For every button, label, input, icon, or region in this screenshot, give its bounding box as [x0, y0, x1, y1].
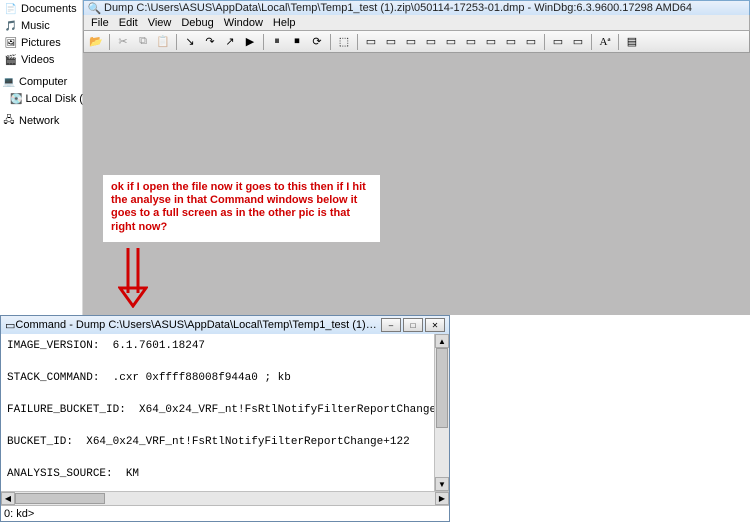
command-title-bar: ▭ Command - Dump C:\Users\ASUS\AppData\L… [1, 316, 449, 334]
restart-icon[interactable]: ⟳ [308, 33, 326, 51]
paste-icon[interactable]: 📋 [154, 33, 172, 51]
stop-icon[interactable]: ⏹ [288, 33, 306, 51]
cut-icon[interactable]: ✂ [114, 33, 132, 51]
menu-help[interactable]: Help [268, 17, 301, 29]
separator [357, 34, 358, 50]
menu-debug[interactable]: Debug [176, 17, 218, 29]
font-icon[interactable]: Aª [596, 33, 614, 51]
window-icon[interactable]: ▭ [482, 33, 500, 51]
scroll-thumb[interactable] [436, 348, 448, 428]
minimize-button[interactable]: – [381, 318, 401, 332]
menu-bar: File Edit View Debug Window Help [83, 15, 750, 31]
app-icon: 🔍 [88, 2, 101, 15]
explorer-drive-c[interactable]: 💽Local Disk (C:) [10, 91, 82, 107]
scroll-right-icon[interactable]: ▶ [435, 492, 449, 505]
step-out-icon[interactable]: ↗ [221, 33, 239, 51]
arrow-down-icon [118, 248, 148, 308]
scroll-thumb[interactable] [15, 493, 105, 504]
windbg-title-bar: 🔍 Dump C:\Users\ASUS\AppData\Local\Temp\… [83, 0, 750, 15]
command-window: ▭ Command - Dump C:\Users\ASUS\AppData\L… [0, 315, 450, 522]
window-icon[interactable]: ▭ [382, 33, 400, 51]
window-icon[interactable]: ▭ [402, 33, 420, 51]
disk-icon: 💽 [10, 92, 22, 106]
command-input-bar: 0: kd> [1, 505, 449, 521]
separator [330, 34, 331, 50]
window-icon[interactable]: ▭ [522, 33, 540, 51]
user-annotation-note: ok if I open the file now it goes to thi… [103, 175, 380, 242]
explorer-label: Music [21, 20, 50, 32]
options-icon[interactable]: ▤ [623, 33, 641, 51]
tool-icon[interactable]: ⬚ [335, 33, 353, 51]
step-over-icon[interactable]: ↷ [201, 33, 219, 51]
command-title-text: Command - Dump C:\Users\ASUS\AppData\Loc… [15, 319, 379, 331]
workspace-area: ok if I open the file now it goes to thi… [83, 53, 750, 315]
menu-edit[interactable]: Edit [114, 17, 143, 29]
break-icon[interactable]: ⏸ [268, 33, 286, 51]
explorer-label: Pictures [21, 37, 61, 49]
menu-view[interactable]: View [143, 17, 177, 29]
maximize-button[interactable]: □ [403, 318, 423, 332]
step-into-icon[interactable]: ↘ [181, 33, 199, 51]
windbg-title-text: Dump C:\Users\ASUS\AppData\Local\Temp\Te… [104, 2, 692, 14]
window-icon[interactable]: ▭ [362, 33, 380, 51]
document-icon: 📄 [4, 2, 18, 16]
window-icon[interactable]: ▭ [502, 33, 520, 51]
separator [591, 34, 592, 50]
explorer-label: Documents [21, 3, 77, 15]
window-icon[interactable]: ▭ [442, 33, 460, 51]
scroll-up-icon[interactable]: ▲ [435, 334, 449, 348]
command-icon: ▭ [5, 319, 15, 332]
computer-icon: 💻 [2, 75, 16, 89]
close-button[interactable]: ✕ [425, 318, 445, 332]
separator [544, 34, 545, 50]
separator [618, 34, 619, 50]
open-icon[interactable]: 📂 [87, 33, 105, 51]
explorer-computer[interactable]: 💻Computer [2, 74, 82, 90]
music-icon: 🎵 [4, 19, 18, 33]
window-icon[interactable]: ▭ [569, 33, 587, 51]
separator [109, 34, 110, 50]
explorer-label: Network [19, 115, 59, 127]
scroll-down-icon[interactable]: ▼ [435, 477, 449, 491]
explorer-label: Computer [19, 76, 67, 88]
copy-icon[interactable]: ⧉ [134, 33, 152, 51]
separator [263, 34, 264, 50]
window-icon[interactable]: ▭ [549, 33, 567, 51]
explorer-item-music[interactable]: 🎵Music [4, 18, 82, 34]
explorer-network[interactable]: 🖧Network [2, 113, 82, 129]
horizontal-scrollbar[interactable]: ◀ ▶ [1, 491, 449, 505]
windbg-window: 🔍 Dump C:\Users\ASUS\AppData\Local\Temp\… [83, 0, 750, 315]
explorer-sidebar: 📄Documents 🎵Music 🖼Pictures 🎬Videos 💻Com… [0, 0, 83, 315]
explorer-item-pictures[interactable]: 🖼Pictures [4, 35, 82, 51]
scroll-left-icon[interactable]: ◀ [1, 492, 15, 505]
command-input[interactable] [34, 508, 449, 520]
explorer-item-videos[interactable]: 🎬Videos [4, 52, 82, 68]
run-icon[interactable]: ▶ [241, 33, 259, 51]
command-prompt: 0: kd> [4, 508, 34, 520]
picture-icon: 🖼 [4, 36, 18, 50]
video-icon: 🎬 [4, 53, 18, 67]
menu-file[interactable]: File [86, 17, 114, 29]
explorer-item-documents[interactable]: 📄Documents [4, 1, 82, 17]
window-icon[interactable]: ▭ [422, 33, 440, 51]
window-icon[interactable]: ▭ [462, 33, 480, 51]
vertical-scrollbar[interactable]: ▲ ▼ [434, 334, 449, 491]
menu-window[interactable]: Window [219, 17, 268, 29]
separator [176, 34, 177, 50]
tool-bar: 📂 ✂ ⧉ 📋 ↘ ↷ ↗ ▶ ⏸ ⏹ ⟳ ⬚ ▭ ▭ ▭ ▭ ▭ ▭ ▭ ▭ … [83, 31, 750, 53]
network-icon: 🖧 [2, 114, 16, 128]
explorer-label: Videos [21, 54, 54, 66]
